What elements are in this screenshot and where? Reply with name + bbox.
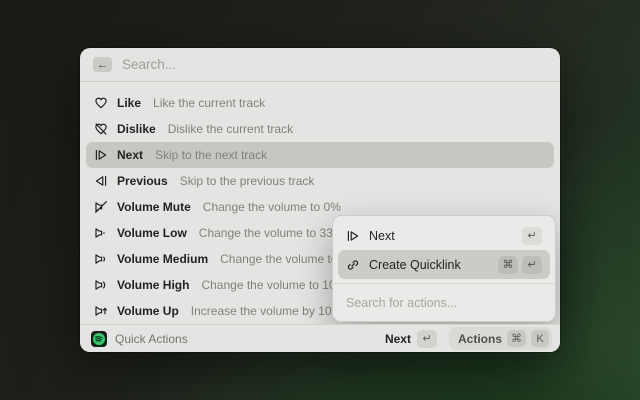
speaker-high-icon [94,278,108,292]
actions-button-label: Actions [458,332,502,346]
list-item-subtitle: Skip to the next track [155,148,267,162]
list-item-subtitle: Dislike the current track [168,122,293,136]
search-input[interactable]: Search... [122,57,176,72]
list-item-title: Volume Low [117,226,187,240]
list-item-previous[interactable]: Previous Skip to the previous track [86,168,554,194]
list-item-subtitle: Change the volume to 33% [199,226,344,240]
list-item-dislike[interactable]: Dislike Dislike the current track [86,116,554,142]
command-key-badge: ⌘ [507,330,526,347]
return-key-badge: ↵ [417,330,437,348]
action-item-label: Next [369,229,395,243]
shortcut-keys: ⌘ ↵ [498,256,542,274]
heart-icon [94,96,108,110]
list-item-subtitle: Change the volume to 100% [201,278,352,292]
popup-divider [333,283,555,284]
list-item-subtitle: Change the volume to 0% [203,200,341,214]
actions-popup: Next ↵ Create Quicklink ⌘ ↵ Search for a… [332,215,556,322]
command-key-badge: ⌘ [498,256,518,274]
list-item-title: Like [117,96,141,110]
heart-crossed-icon [94,122,108,136]
actions-button[interactable]: Actions ⌘ K [449,327,552,350]
search-header: ← Search... [80,48,560,82]
status-bar: Quick Actions Next ↵ Actions ⌘ K [80,324,560,352]
list-item-title: Volume Up [117,304,179,318]
list-item-title: Volume Mute [117,200,191,214]
action-item-next[interactable]: Next ↵ [338,221,550,250]
list-item-title: Dislike [117,122,156,136]
skip-forward-icon [94,148,108,162]
skip-forward-icon [346,229,360,243]
back-button[interactable]: ← [93,57,112,72]
return-key-badge: ↵ [522,256,542,274]
list-item-subtitle: Increase the volume by 10% [191,304,342,318]
list-item-title: Next [117,148,143,162]
list-item-next[interactable]: Next Skip to the next track [86,142,554,168]
list-item-title: Volume Medium [117,252,208,266]
speaker-low-icon [94,226,108,240]
command-name-label: Quick Actions [115,332,188,346]
action-item-label: Create Quicklink [369,258,461,272]
shortcut-keys: ↵ [522,227,542,245]
actions-search-input[interactable]: Search for actions... [338,288,550,316]
list-item-like[interactable]: Like Like the current track [86,90,554,116]
list-item-title: Previous [117,174,168,188]
action-item-create-quicklink[interactable]: Create Quicklink ⌘ ↵ [338,250,550,279]
list-item-subtitle: Skip to the previous track [180,174,315,188]
spotify-logo-icon [91,331,107,347]
link-icon [346,258,360,272]
speaker-mute-icon [94,200,108,214]
list-item-title: Volume High [117,278,189,292]
primary-action-button[interactable]: Next [385,332,411,346]
launcher-window: ← Search... Like Like the current track … [80,48,560,352]
back-arrow-icon: ← [97,59,108,71]
speaker-medium-icon [94,252,108,266]
skip-back-icon [94,174,108,188]
list-item-subtitle: Like the current track [153,96,265,110]
k-key-badge: K [531,330,549,347]
speaker-up-icon [94,304,108,318]
return-key-badge: ↵ [522,227,542,245]
